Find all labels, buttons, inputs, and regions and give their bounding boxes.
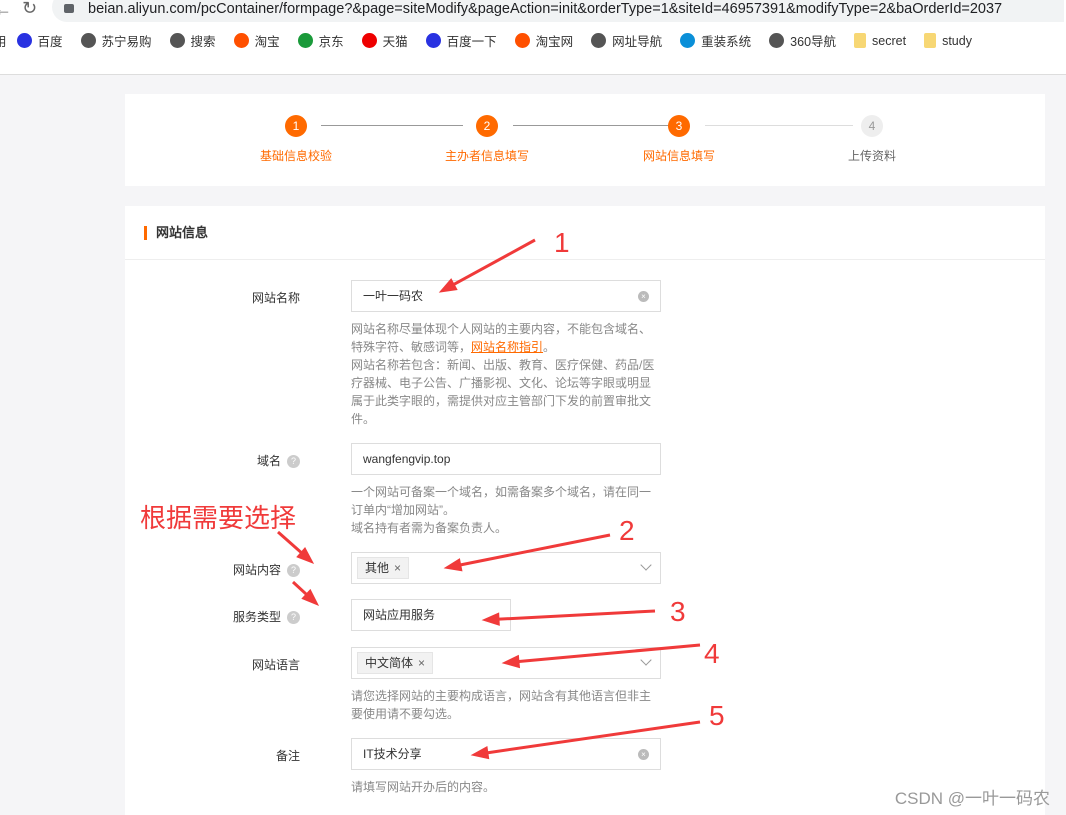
- annotation-arrow: [277, 530, 303, 554]
- arrow-head-icon: [501, 654, 521, 669]
- annotation-note: 根据需要选择: [140, 503, 297, 533]
- annotation-arrow: [518, 643, 701, 664]
- arrow-head-icon: [438, 278, 458, 293]
- arrow-head-icon: [470, 745, 490, 760]
- arrow-head-icon: [443, 558, 463, 572]
- annotation-arrow: [460, 533, 611, 567]
- arrow-head-icon: [481, 612, 500, 626]
- annotation-number: 5: [709, 700, 725, 731]
- watermark: CSDN @一叶一码农: [894, 789, 1050, 808]
- annotation-arrow: [453, 238, 536, 286]
- annotation-number: 1: [554, 227, 570, 258]
- annotation-number: 4: [704, 638, 720, 669]
- annotation-number: 2: [619, 515, 635, 546]
- annotation-arrow: [498, 609, 656, 621]
- annotation-arrows: [277, 238, 701, 760]
- annotation-number: 3: [670, 596, 686, 627]
- annotation-arrow: [291, 580, 308, 596]
- annotation-arrow: [487, 720, 701, 755]
